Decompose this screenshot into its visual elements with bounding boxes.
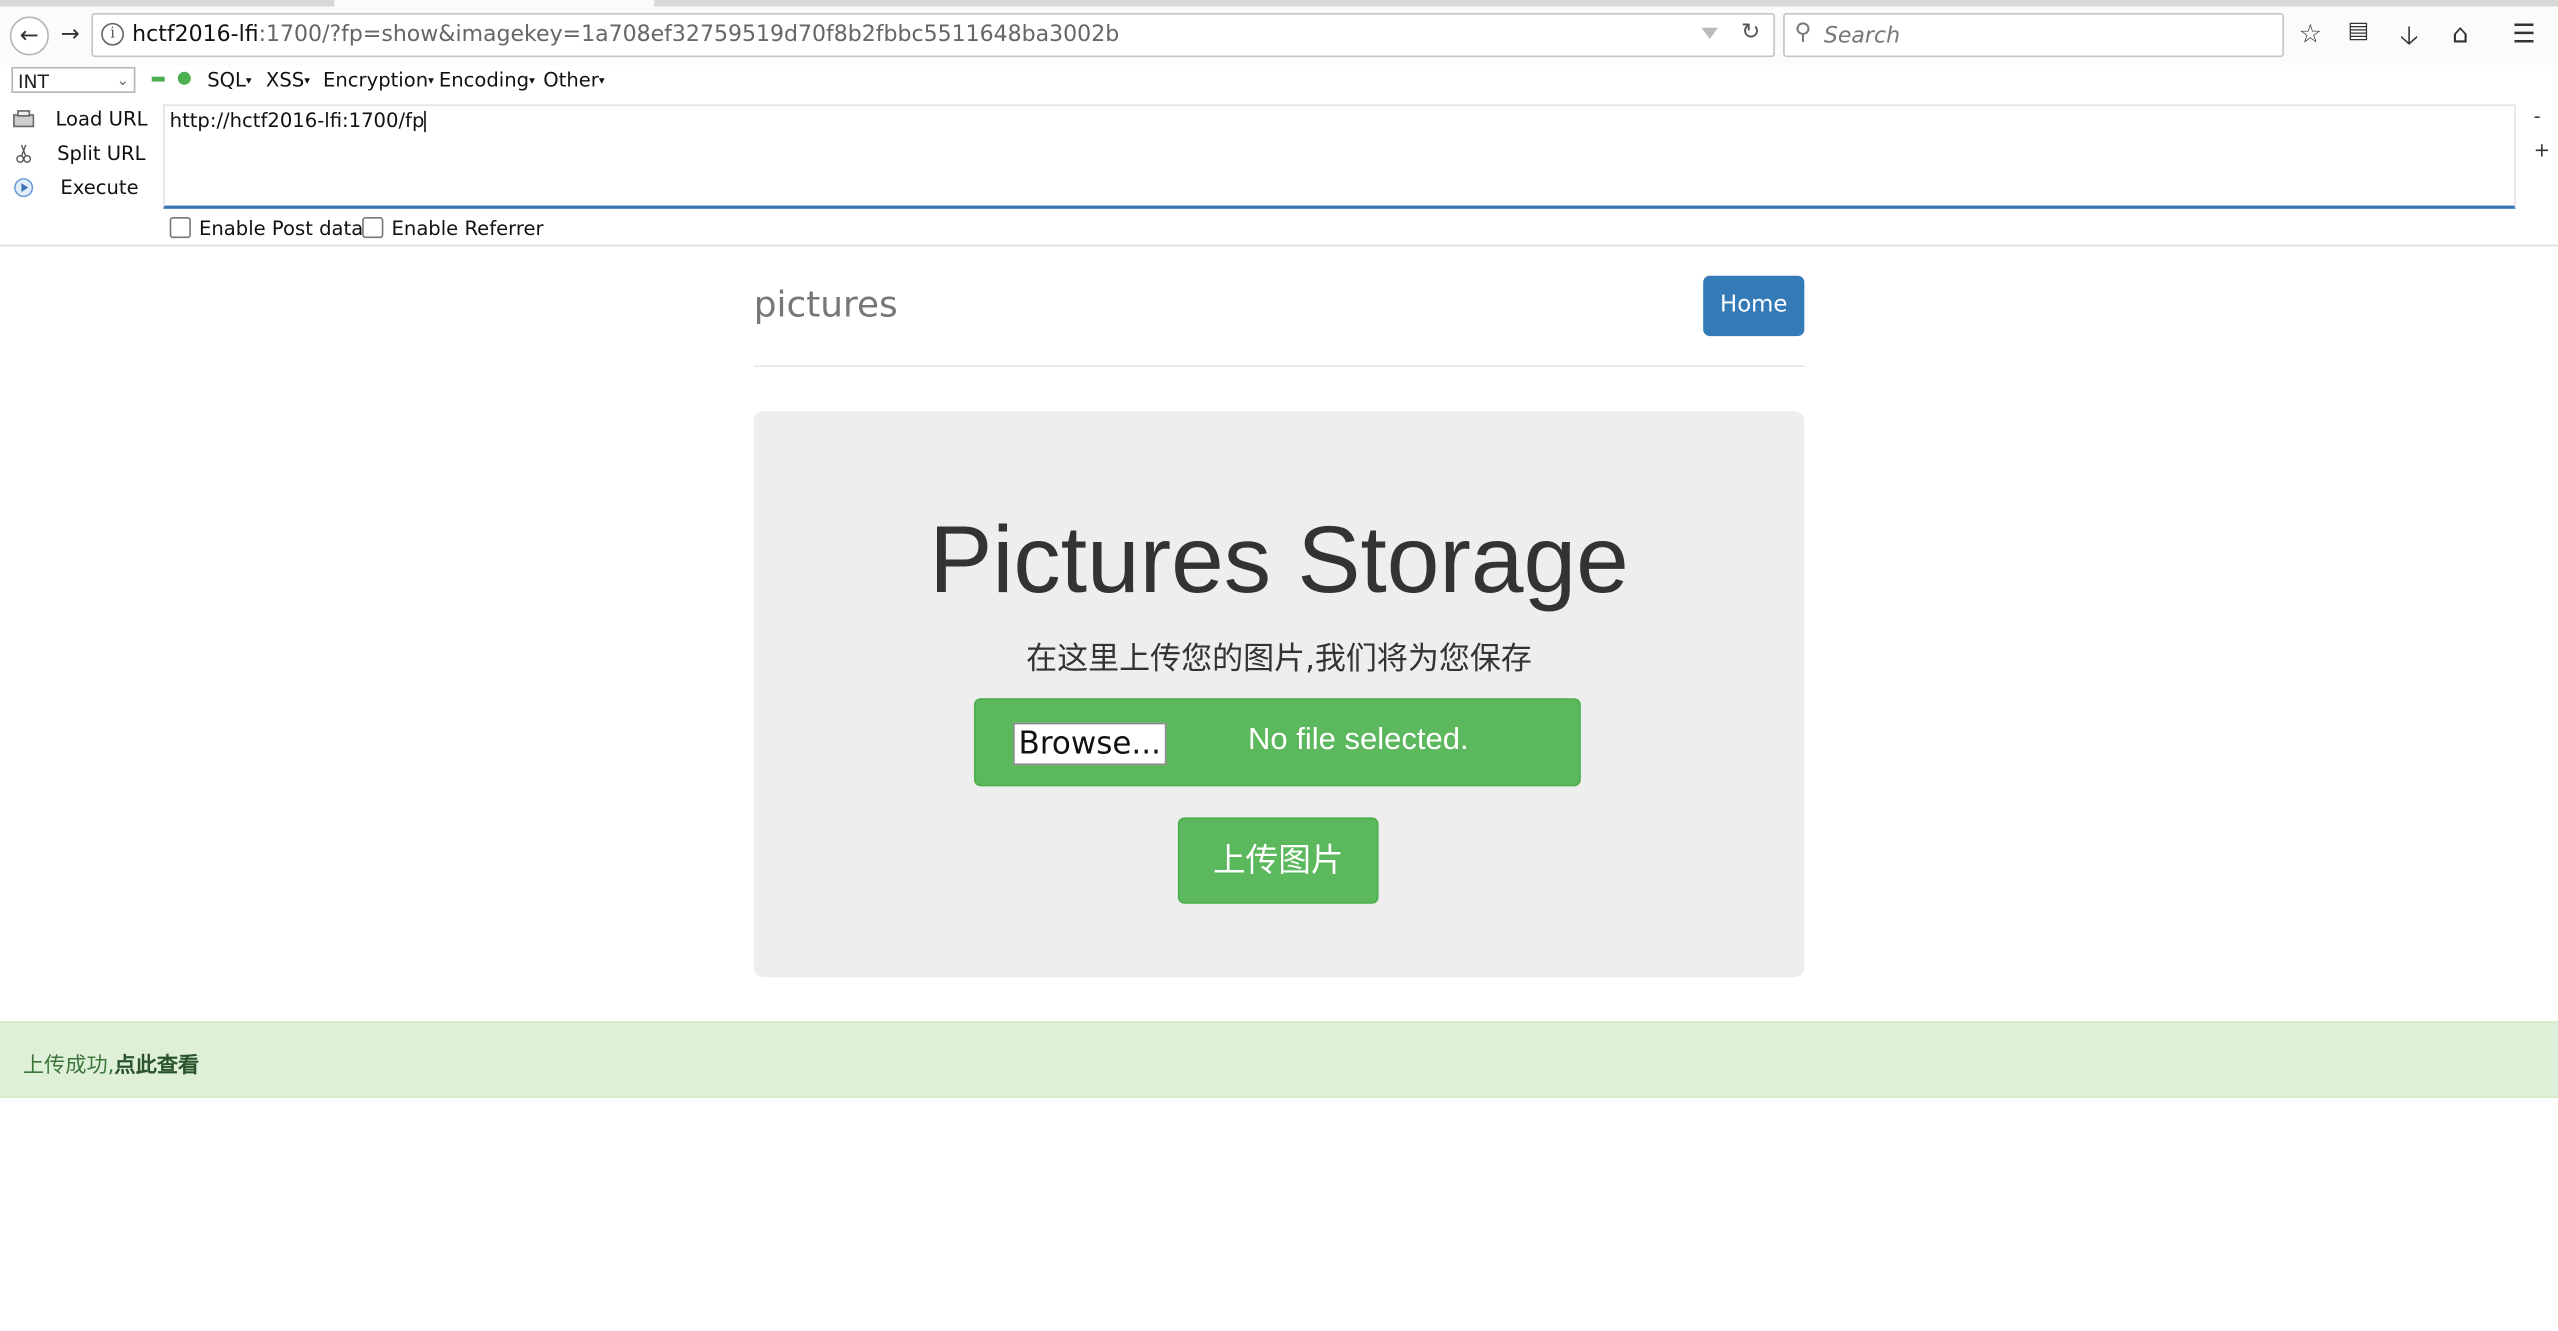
menu-sql[interactable]: SQL▾	[207, 69, 251, 92]
grow-button[interactable]: +	[2534, 139, 2550, 162]
split-url-label: Split URL	[57, 141, 146, 165]
decrement-icon[interactable]	[151, 76, 165, 82]
url-dropdown-icon[interactable]	[1701, 27, 1718, 40]
chevron-down-icon: ⌄	[116, 73, 129, 90]
load-url-icon	[13, 110, 35, 128]
play-icon	[14, 178, 34, 198]
menu-encryption-label: Encryption	[323, 68, 429, 92]
back-icon[interactable]: ←	[9, 16, 49, 56]
bookmark-star-icon[interactable]: ☆	[2299, 18, 2322, 49]
success-alert: 上传成功,点此查看	[0, 1021, 2558, 1098]
search-icon: ⚲	[1794, 19, 1812, 46]
enable-referrer-label: Enable Referrer	[391, 216, 544, 240]
menu-encoding-label: Encoding	[438, 68, 530, 92]
search-input[interactable]: Search	[1824, 23, 1900, 49]
execute-label: Execute	[60, 176, 139, 200]
split-url-button[interactable]: Split URL	[0, 139, 155, 172]
view-link[interactable]: 点此查看	[114, 1054, 199, 1078]
enable-post-data-label: Enable Post data	[199, 216, 364, 240]
home-button[interactable]: Home	[1703, 275, 1805, 337]
reload-icon[interactable]: ↻	[1741, 20, 1760, 46]
menu-encoding[interactable]: Encoding▾	[439, 69, 535, 92]
active-tab[interactable]	[334, 0, 655, 7]
file-status-text: No file selected.	[1248, 722, 1469, 757]
browse-button[interactable]: Browse...	[1013, 722, 1167, 766]
upload-button[interactable]: 上传图片	[1177, 817, 1379, 904]
download-icon[interactable]: 🡣	[2400, 18, 2419, 62]
url-text[interactable]: hctf2016-lfi:1700/?fp=show&imagekey=1a70…	[132, 21, 1119, 47]
checkbox-box[interactable]	[169, 216, 191, 239]
url-host: hctf2016-lfi	[132, 21, 259, 48]
checkbox-box[interactable]	[362, 216, 384, 239]
alert-text: 上传成功,	[22, 1053, 115, 1079]
url-textarea-text: http://hctf2016-lfi:1700/fp	[169, 109, 425, 133]
execute-button[interactable]: Execute	[0, 173, 155, 206]
enable-referrer-checkbox[interactable]: Enable Referrer	[362, 216, 544, 240]
reading-list-icon[interactable]: ▤	[2348, 18, 2370, 44]
tab-strip	[0, 0, 2558, 7]
info-icon[interactable]: i	[101, 22, 124, 46]
search-bar[interactable]: ⚲ Search	[1783, 13, 2284, 58]
text-cursor	[424, 110, 426, 133]
shrink-button[interactable]: -	[2534, 104, 2541, 127]
page-title: Pictures Storage	[929, 507, 1629, 614]
int-select-value: INT	[17, 70, 49, 93]
url-bar[interactable]: i hctf2016-lfi:1700/?fp=show&imagekey=1a…	[91, 13, 1775, 58]
enable-post-data-checkbox[interactable]: Enable Post data	[169, 216, 364, 240]
int-select[interactable]: INT ⌄	[11, 66, 136, 93]
menu-other[interactable]: Other▾	[543, 69, 604, 92]
url-path: :1700/?fp=show&imagekey=1a708ef32759519d…	[258, 21, 1120, 48]
site-brand[interactable]: pictures	[754, 285, 898, 326]
menu-other-label: Other	[543, 68, 599, 92]
menu-xss[interactable]: XSS▾	[266, 69, 310, 92]
url-textarea-value: http://hctf2016-lfi:1700/fp	[169, 109, 426, 133]
menu-encryption[interactable]: Encryption▾	[323, 69, 434, 92]
forward-icon[interactable]: →	[52, 16, 88, 52]
scissors-icon	[16, 144, 32, 163]
header-divider	[753, 365, 1805, 368]
file-input-container[interactable]: Browse... No file selected.	[973, 698, 1581, 787]
page-root: ← → i hctf2016-lfi:1700/?fp=show&imageke…	[0, 0, 2558, 1331]
load-url-button[interactable]: Load URL	[0, 104, 155, 137]
increment-icon[interactable]	[177, 71, 191, 85]
hackbar: INT ⌄ SQL▾ XSS▾ Encryption▾ Encoding▾ Ot…	[0, 65, 2558, 247]
menu-icon[interactable]: ☰	[2512, 18, 2535, 49]
upload-panel: Pictures Storage 在这里上传您的图片,我们将为您保存 Brows…	[753, 411, 1805, 978]
home-icon[interactable]: ⌂	[2452, 18, 2469, 49]
load-url-label: Load URL	[55, 107, 148, 131]
page-subtitle: 在这里上传您的图片,我们将为您保存	[1026, 641, 1532, 678]
url-textarea[interactable]: http://hctf2016-lfi:1700/fp	[163, 104, 2516, 209]
browser-toolbar: ← → i hctf2016-lfi:1700/?fp=show&imageke…	[0, 0, 2558, 66]
menu-xss-label: XSS	[265, 68, 305, 92]
menu-sql-label: SQL	[207, 68, 246, 92]
alert-message: 上传成功,点此查看	[23, 1047, 199, 1078]
